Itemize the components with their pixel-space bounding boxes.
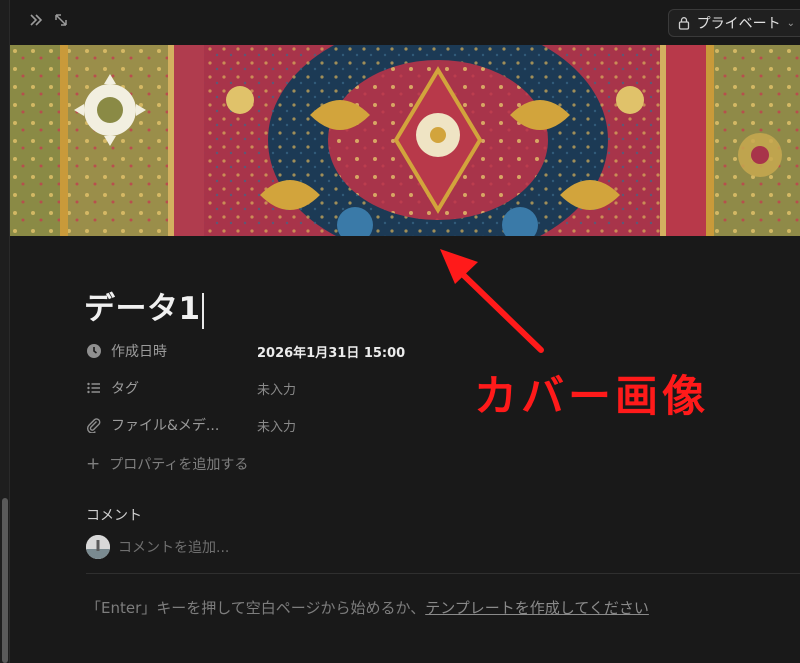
paperclip-icon: [86, 417, 102, 433]
text-caret: [201, 292, 204, 329]
property-row-tags[interactable]: タグ 未入力: [86, 377, 426, 399]
property-value: 未入力: [257, 382, 297, 398]
add-property-label: プロパティを追加する: [109, 457, 249, 473]
list-icon: [86, 380, 102, 396]
property-row-files[interactable]: ファイル&メデ... 未入力: [86, 414, 426, 436]
scrollbar-thumb[interactable]: [2, 498, 8, 663]
property-value: 2026年1月31日 15:00: [257, 345, 406, 361]
comments-heading: コメント: [86, 508, 142, 524]
clock-icon: [86, 343, 102, 359]
top-bar: プライベート ⌄: [10, 0, 800, 45]
annotation-label: カバー画像: [474, 372, 709, 422]
comment-input[interactable]: コメントを追加...: [86, 535, 229, 559]
privacy-dropdown[interactable]: プライベート ⌄: [667, 9, 800, 37]
lock-icon: [678, 17, 689, 30]
create-template-link[interactable]: テンプレートを作成してください: [425, 599, 649, 617]
hint-text: 「Enter」キーを押して空白ページから始めるか、: [86, 599, 426, 617]
empty-page-hint: 「Enter」キーを押して空白ページから始めるか、テンプレートを作成してください: [86, 597, 649, 618]
cover-image[interactable]: [10, 45, 800, 236]
property-label: タグ: [111, 381, 139, 397]
comment-placeholder: コメントを追加...: [118, 540, 230, 556]
privacy-label: プライベート: [696, 16, 781, 32]
double-chevron-right-icon[interactable]: [27, 12, 45, 30]
page-title[interactable]: データ1: [84, 283, 204, 329]
property-label: 作成日時: [111, 344, 167, 360]
avatar: [86, 535, 110, 559]
chevron-down-icon: ⌄: [786, 17, 795, 29]
expand-diagonal-icon[interactable]: [52, 12, 70, 30]
left-scroll-gutter: [0, 0, 10, 663]
property-value: 未入力: [257, 419, 297, 435]
property-label: ファイル&メデ...: [111, 418, 220, 434]
section-divider: [86, 573, 800, 574]
add-property-button[interactable]: + プロパティを追加する: [86, 454, 248, 474]
property-row-created-time[interactable]: 作成日時 2026年1月31日 15:00: [86, 340, 426, 362]
plus-icon: +: [86, 454, 101, 474]
page-title-text: データ1: [84, 291, 201, 327]
